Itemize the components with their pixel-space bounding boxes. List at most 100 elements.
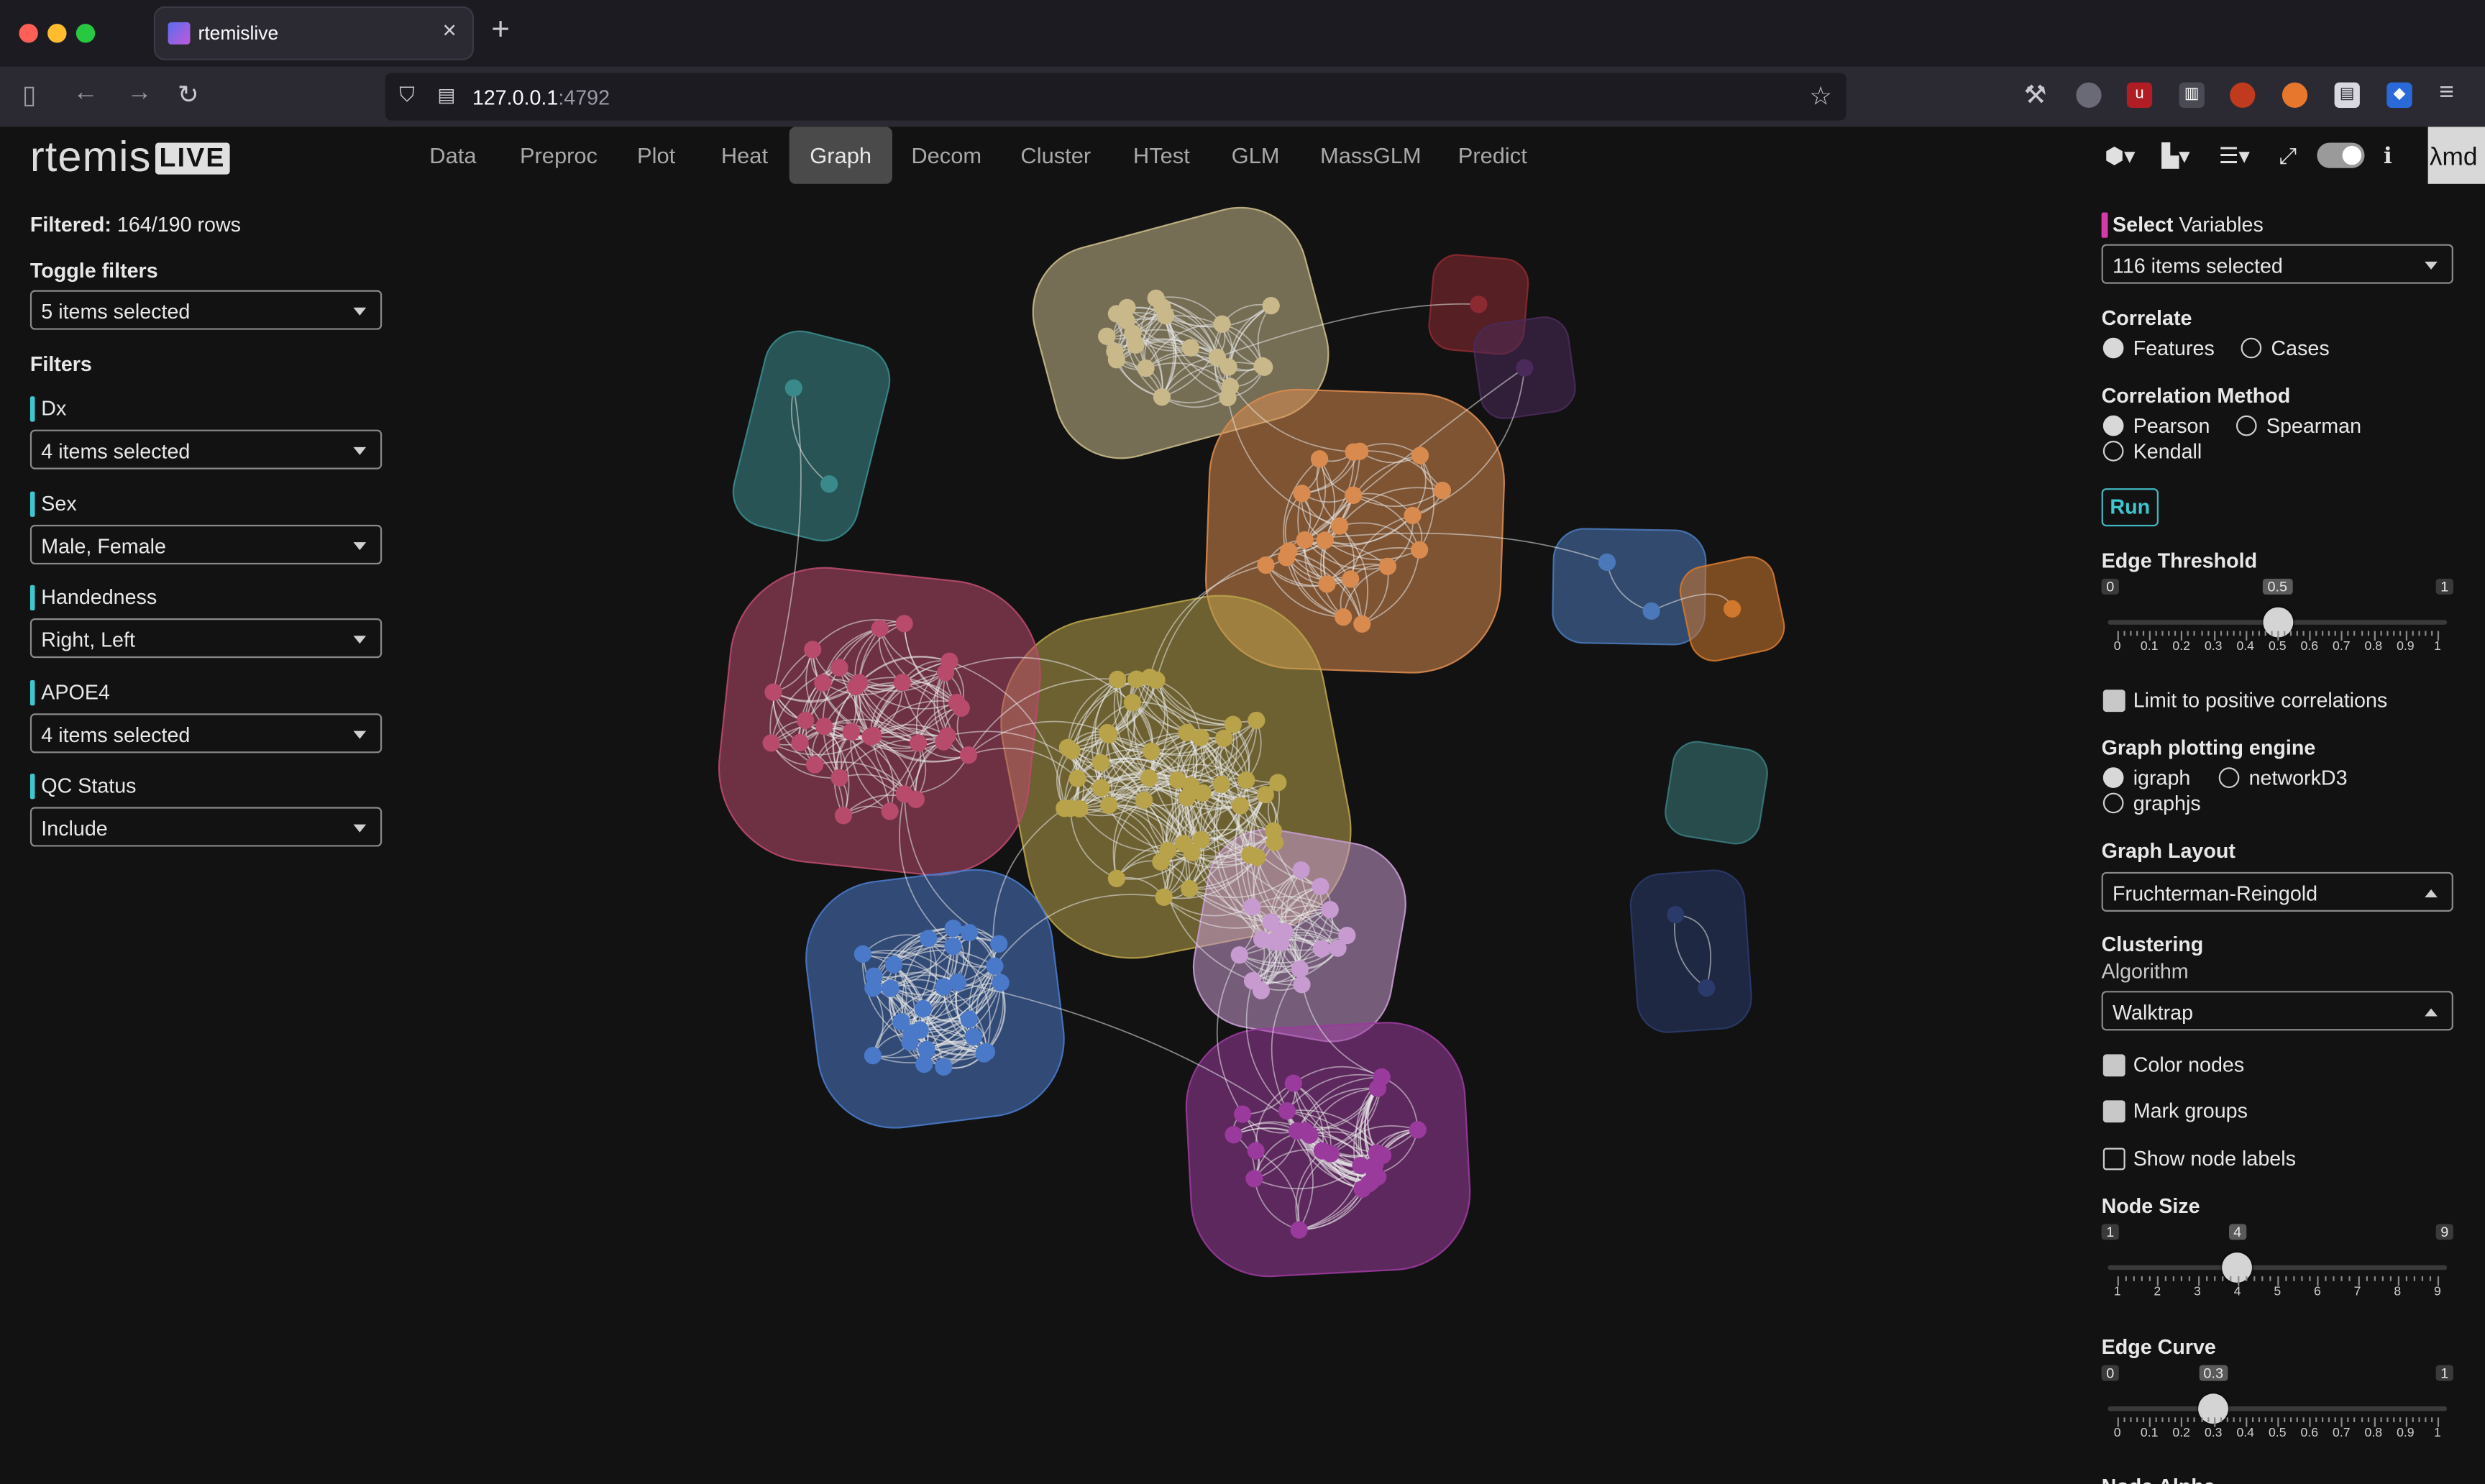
graph-node[interactable] (1178, 723, 1196, 742)
graph-node[interactable] (1270, 927, 1288, 945)
graph-node[interactable] (914, 999, 932, 1018)
graph-node[interactable] (1107, 351, 1125, 369)
graph-node[interactable] (1071, 800, 1089, 818)
graph-node[interactable] (1068, 769, 1086, 787)
fullscreen-icon[interactable]: ⤢ (2279, 142, 2297, 169)
graph-node[interactable] (1331, 517, 1349, 535)
graph-node[interactable] (961, 923, 979, 942)
graph-node[interactable] (842, 723, 860, 741)
close-tab-icon[interactable]: × (442, 17, 456, 44)
graph-node[interactable] (864, 1047, 882, 1065)
graph-node[interactable] (909, 734, 928, 752)
graph-node[interactable] (1368, 1079, 1387, 1097)
edge-threshold-slider[interactable]: 0 1 0.5 0 0.1 0.2 0.3 0.4 0.5 0.6 0.7 0.8 0.9 1 (2101, 578, 2453, 658)
graph-node[interactable] (1248, 711, 1266, 730)
run-button[interactable]: Run (2101, 488, 2159, 527)
address-bar[interactable]: ⛉ ▤ 127.0.0.1:4792 ☆ (385, 73, 1846, 121)
graph-node[interactable] (1290, 1221, 1308, 1239)
ublock-extension-icon[interactable]: u (2126, 82, 2153, 108)
radio-pearson[interactable] (2102, 415, 2124, 436)
graph-node[interactable] (1181, 879, 1199, 898)
graph-node[interactable] (1296, 531, 1314, 549)
blue-extension-icon[interactable]: ◆ (2386, 82, 2412, 108)
slider-track[interactable] (2108, 1265, 2448, 1270)
graph-node[interactable] (1312, 877, 1330, 896)
graph-node[interactable] (1342, 570, 1360, 588)
graph-node[interactable] (1353, 615, 1371, 633)
graph-node[interactable] (1155, 888, 1173, 906)
graph-node[interactable] (919, 930, 938, 948)
graph-node[interactable] (1291, 960, 1309, 978)
orange-extension-icon[interactable] (2282, 82, 2308, 108)
graph-node[interactable] (1278, 1102, 1296, 1120)
graph-node[interactable] (1148, 671, 1166, 690)
graph-node[interactable] (1667, 906, 1685, 924)
graph-node[interactable] (895, 615, 913, 633)
graph-node[interactable] (864, 979, 882, 997)
graph-node[interactable] (1237, 771, 1255, 789)
graph-node[interactable] (1107, 869, 1126, 887)
mark-groups-checkbox[interactable] (2102, 1100, 2125, 1123)
graph-layout-select[interactable]: Fruchterman-Reingold (2101, 871, 2453, 912)
graph-node[interactable] (1292, 861, 1310, 879)
graph-node[interactable] (1135, 791, 1153, 810)
graph-node[interactable] (964, 1027, 983, 1046)
graph-node[interactable] (1231, 797, 1250, 815)
globe-extension-icon[interactable] (2076, 82, 2102, 108)
graph-node[interactable] (936, 664, 955, 682)
graph-node[interactable] (1140, 769, 1158, 787)
graph-node[interactable] (944, 937, 962, 956)
graph-node[interactable] (1362, 1173, 1380, 1191)
graph-node[interactable] (915, 1055, 933, 1073)
graph-node[interactable] (791, 733, 809, 751)
graph-node[interactable] (901, 1033, 919, 1051)
page-info-icon[interactable]: ▤ (437, 84, 455, 106)
graph-node[interactable] (1322, 1145, 1340, 1163)
graph-node[interactable] (1233, 1105, 1252, 1123)
network-graph[interactable] (0, 127, 2060, 1484)
wrench-icon[interactable]: ⚒ (2024, 79, 2047, 111)
graph-node[interactable] (1117, 311, 1135, 329)
graph-node[interactable] (1230, 946, 1248, 964)
graph-node[interactable] (804, 641, 822, 659)
graph-node[interactable] (850, 674, 869, 692)
graph-node[interactable] (1470, 296, 1488, 313)
graph-node[interactable] (834, 807, 853, 825)
reload-icon[interactable]: ↻ (178, 79, 199, 111)
graph-node[interactable] (1137, 359, 1155, 377)
graph-node[interactable] (1127, 336, 1145, 354)
radio-kendall[interactable] (2102, 441, 2124, 462)
graph-node[interactable] (1288, 1122, 1306, 1140)
graph-node[interactable] (1181, 339, 1199, 357)
graph-node[interactable] (1194, 784, 1212, 802)
graph-node[interactable] (1280, 542, 1298, 560)
graph-node[interactable] (917, 1040, 935, 1058)
graph-node[interactable] (830, 659, 848, 677)
graph-node[interactable] (1409, 1121, 1427, 1139)
graph-node[interactable] (884, 956, 903, 974)
color-nodes-checkbox[interactable] (2102, 1054, 2125, 1077)
document-extension-icon[interactable]: ▤ (2334, 82, 2360, 108)
graph-node[interactable] (1243, 898, 1261, 916)
graph-node[interactable] (805, 756, 824, 774)
graph-node[interactable] (1321, 901, 1339, 919)
graph-node[interactable] (1257, 556, 1275, 574)
graph-node[interactable] (935, 1058, 953, 1076)
graph-node[interactable] (1212, 775, 1230, 793)
graph-node[interactable] (1345, 443, 1363, 461)
graph-node[interactable] (1310, 450, 1329, 468)
graph-node[interactable] (1255, 358, 1273, 376)
graph-node[interactable] (1123, 694, 1141, 712)
graph-node[interactable] (1108, 670, 1127, 689)
minimize-window-button[interactable] (47, 24, 67, 43)
back-icon[interactable]: ← (73, 79, 98, 108)
menu-icon[interactable]: ≡ (2439, 79, 2454, 108)
cube-menu-icon[interactable]: ⬢▾ (2105, 142, 2135, 169)
grid-extension-icon[interactable]: ▥ (2179, 82, 2205, 108)
graph-node[interactable] (1219, 358, 1237, 376)
graph-node[interactable] (1262, 297, 1280, 315)
graph-node[interactable] (1213, 315, 1231, 333)
graph-node[interactable] (871, 619, 889, 638)
graph-node[interactable] (784, 379, 802, 397)
graph-node[interactable] (1225, 1126, 1242, 1144)
